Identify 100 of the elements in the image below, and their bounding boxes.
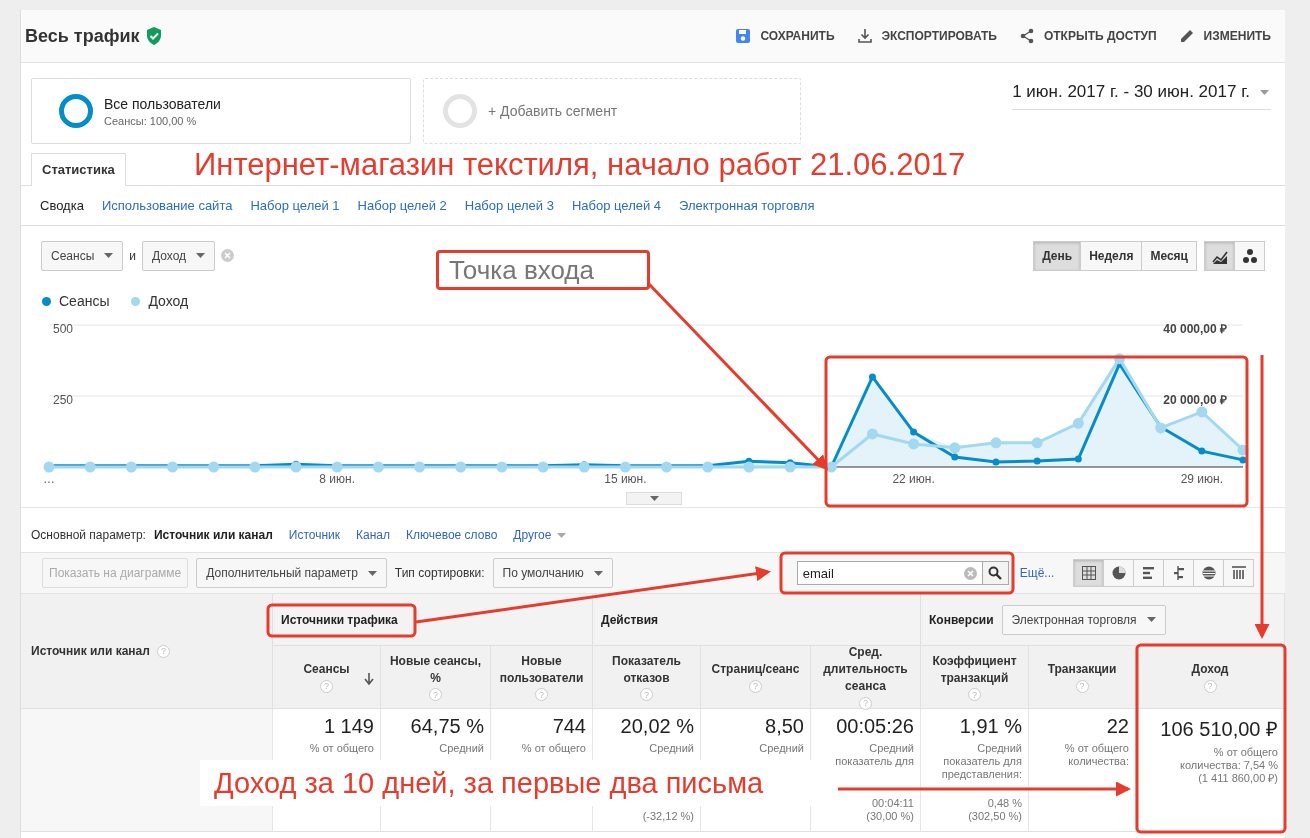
secondary-point <box>1237 444 1249 456</box>
primary-point <box>1033 457 1041 465</box>
secondary-point <box>1072 417 1084 429</box>
column-label: Источник или канал <box>31 644 150 658</box>
column-label: Страниц/сеанс <box>711 661 800 678</box>
conversion-dropdown[interactable]: Электронная торговля <box>1001 604 1166 635</box>
subtab[interactable]: Набор целей 2 <box>357 198 447 225</box>
view-button[interactable] <box>1163 559 1195 587</box>
total-note: Средний <box>868 742 914 755</box>
axis-label: 22 июн. <box>892 472 935 486</box>
column-header[interactable]: Источник или канал ? <box>21 594 273 709</box>
dimension-label: Основной параметр: <box>31 528 146 542</box>
primary-point <box>1074 455 1082 463</box>
primary-point <box>1239 456 1247 464</box>
period-button[interactable]: Неделя <box>1080 240 1143 271</box>
tab[interactable]: Статистика <box>31 153 126 186</box>
axis-label: 15 июн. <box>604 472 647 486</box>
more-link[interactable]: Ещё... <box>1019 566 1055 580</box>
view-button[interactable] <box>1193 559 1225 587</box>
total-note: количества: <box>1067 755 1129 768</box>
secondary-point <box>1114 353 1125 365</box>
total-note: количества: 7,54 % <box>1179 759 1278 772</box>
secondary-point <box>249 461 261 473</box>
caret-icon <box>367 570 377 576</box>
search-field[interactable]: email <box>796 561 983 585</box>
subtab[interactable]: Набор целей 1 <box>250 198 340 225</box>
pie-icon <box>1110 565 1127 581</box>
edit-button[interactable]: ИЗМЕНИТЬ <box>1178 28 1271 44</box>
column-header[interactable]: Показатель отказов ? <box>593 646 701 709</box>
dimension-link[interactable]: Другое <box>513 528 567 542</box>
dimension-link[interactable]: Источник или канал <box>153 528 273 542</box>
column-header[interactable]: Коэффициент транзакций ? <box>921 646 1029 709</box>
secondary-point <box>43 461 55 473</box>
search-icon <box>988 566 1003 580</box>
total-value: 1,91 % <box>958 715 1022 738</box>
total-note: представления: <box>940 768 1022 781</box>
group-header: Источники трафика <box>281 612 398 627</box>
column-header[interactable]: Доход ? <box>1136 646 1285 709</box>
segment-name: Все пользователи <box>104 95 221 112</box>
view-button[interactable] <box>1073 559 1105 587</box>
subtab[interactable]: Сводка <box>40 198 84 225</box>
save-button[interactable]: СОХРАНИТЬ <box>735 28 835 44</box>
metric-dropdown[interactable]: Сеансы <box>41 240 124 271</box>
search-button[interactable] <box>982 561 1009 585</box>
secondary-point <box>661 461 673 473</box>
column-header[interactable]: Новые сеансы, % ? <box>381 646 491 709</box>
chart-type-button[interactable] <box>1234 240 1265 271</box>
subtab[interactable]: Электронная торговля <box>679 198 815 225</box>
subtab[interactable]: Набор целей 4 <box>571 198 662 225</box>
view-button[interactable] <box>1223 559 1255 587</box>
secondary-point <box>784 461 796 473</box>
secondary-point <box>619 461 631 473</box>
period-button[interactable]: День <box>1033 240 1082 271</box>
caret-icon <box>104 253 114 258</box>
secondary-point <box>496 461 508 473</box>
secondary-point <box>578 461 590 473</box>
column-header[interactable]: Сеансы ? <box>273 646 381 709</box>
segment-card[interactable]: Все пользователи Сеансы: 100,00 % <box>31 78 411 144</box>
period-button[interactable]: Месяц <box>1141 240 1197 271</box>
subtab[interactable]: Набор целей 3 <box>464 198 554 225</box>
dimension-link[interactable]: Источник <box>288 528 341 542</box>
total-value: 8,50 <box>764 715 804 738</box>
secondary-point <box>990 437 1002 449</box>
column-label: Новые пользователи <box>498 652 585 687</box>
add-segment-card[interactable]: + Добавить сегмент <box>423 78 801 144</box>
column-label: Сеансы <box>303 661 350 678</box>
view-button[interactable] <box>1103 559 1135 587</box>
metric-dropdown[interactable]: Доход <box>141 240 216 271</box>
sort-dropdown[interactable]: По умолчанию <box>492 558 613 588</box>
annotation-callout: Точка входа <box>436 250 650 290</box>
column-label: Транзакции <box>1047 661 1117 678</box>
view-button[interactable] <box>1133 559 1165 587</box>
bubbles-icon <box>1241 247 1258 264</box>
dimension-link[interactable]: Ключевое слово <box>406 528 498 542</box>
column-label: Новые сеансы, % <box>388 652 483 687</box>
subtab[interactable]: Использование сайта <box>101 198 233 225</box>
axis-label: 250 <box>53 393 74 407</box>
secondary-point <box>702 461 714 473</box>
group-header: Действия <box>601 612 659 627</box>
column-header[interactable]: Страниц/сеанс ? <box>701 646 811 709</box>
share-button[interactable]: ОТКРЫТЬ ДОСТУП <box>1018 28 1157 44</box>
export-button[interactable]: ЭКСПОРТИРОВАТЬ <box>856 28 997 44</box>
column-header[interactable]: Транзакции ? <box>1029 646 1136 709</box>
primary-point <box>868 373 876 381</box>
caret-icon <box>593 570 603 576</box>
chart-type-button[interactable] <box>1204 240 1235 271</box>
clear-icon <box>963 567 977 580</box>
total-note: Средний <box>758 742 804 755</box>
caret-icon <box>649 496 659 501</box>
download-icon <box>856 28 873 44</box>
date-range-picker[interactable]: 1 июн. 2017 г. - 30 июн. 2017 г. <box>1012 80 1271 110</box>
column-header[interactable]: Новые пользователи ? <box>491 646 593 709</box>
column-header[interactable]: Сред. длительность сеанса ? <box>811 646 921 709</box>
collapse-handle[interactable] <box>626 492 682 505</box>
total-note: % от общего <box>1063 742 1129 755</box>
secondary-dimension-dropdown[interactable]: Дополнительный параметр <box>196 558 387 588</box>
total-note: (-32,12 %) <box>641 810 694 823</box>
secondary-point <box>1031 437 1043 449</box>
dimension-link[interactable]: Канал <box>356 528 391 542</box>
secondary-point <box>84 461 96 473</box>
